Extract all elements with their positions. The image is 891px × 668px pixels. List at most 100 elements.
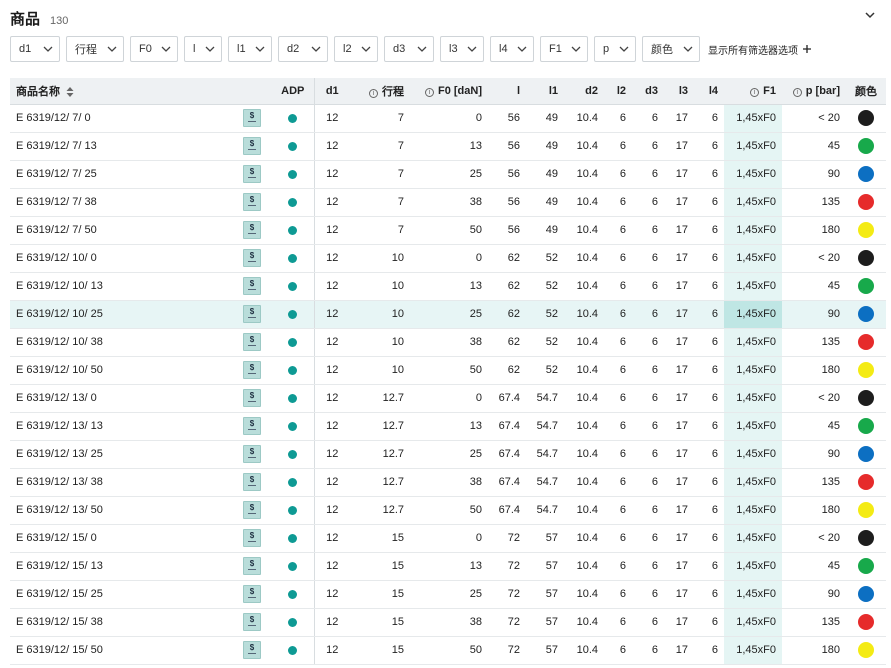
table-row[interactable]: E 6319/12/ 15/ 012150725710.4661761,45xF… <box>10 524 886 553</box>
product-thumbnail-icon[interactable] <box>243 109 261 127</box>
cell-name[interactable]: E 6319/12/ 15/ 0 <box>10 524 232 553</box>
table-row[interactable]: E 6319/12/ 10/ 13121013625210.4661761,45… <box>10 272 886 301</box>
product-thumbnail-icon[interactable] <box>243 445 261 463</box>
cell-l3: 17 <box>664 496 694 525</box>
table-row[interactable]: E 6319/12/ 15/ 50121550725710.4661761,45… <box>10 636 886 665</box>
cell-name[interactable]: E 6319/12/ 10/ 13 <box>10 272 232 301</box>
table-row[interactable]: E 6319/12/ 7/ 01270564910.4661761,45xF0<… <box>10 104 886 133</box>
cell-l1: 49 <box>526 160 564 189</box>
cell-name[interactable]: E 6319/12/ 13/ 0 <box>10 384 232 413</box>
column-header-color[interactable]: 颜色 <box>846 78 886 105</box>
filter-dropdown-0[interactable]: d1 <box>10 36 60 62</box>
filter-dropdown-8[interactable]: l3 <box>440 36 484 62</box>
filter-dropdown-9[interactable]: l4 <box>490 36 534 62</box>
table-row[interactable]: E 6319/12/ 13/ 251212.72567.454.710.4661… <box>10 440 886 469</box>
cell-name[interactable]: E 6319/12/ 15/ 50 <box>10 636 232 665</box>
cell-name[interactable]: E 6319/12/ 10/ 38 <box>10 328 232 357</box>
product-thumbnail-icon[interactable] <box>243 277 261 295</box>
product-thumbnail-icon[interactable] <box>243 557 261 575</box>
column-header-adp[interactable]: ADP <box>272 78 315 105</box>
sort-icon[interactable] <box>66 86 74 98</box>
info-icon[interactable]: i <box>425 87 434 97</box>
product-thumbnail-icon[interactable] <box>243 137 261 155</box>
cell-name[interactable]: E 6319/12/ 10/ 0 <box>10 244 232 273</box>
info-icon[interactable]: i <box>750 87 760 97</box>
cell-name[interactable]: E 6319/12/ 13/ 50 <box>10 496 232 525</box>
product-thumbnail-icon[interactable] <box>243 193 261 211</box>
product-thumbnail-icon[interactable] <box>243 249 261 267</box>
table-row[interactable]: E 6319/12/ 7/ 2512725564910.4661761,45xF… <box>10 160 886 189</box>
filter-dropdown-3[interactable]: l <box>184 36 222 62</box>
column-header-d1[interactable]: d1 <box>314 78 350 105</box>
product-thumbnail-icon[interactable] <box>243 305 261 323</box>
column-header-l1[interactable]: l1 <box>526 78 564 105</box>
column-header-name[interactable]: 商品名称 <box>10 78 232 105</box>
table-row[interactable]: E 6319/12/ 13/ 01212.7067.454.710.466176… <box>10 384 886 413</box>
product-thumbnail-icon[interactable] <box>243 389 261 407</box>
cell-name[interactable]: E 6319/12/ 13/ 38 <box>10 468 232 497</box>
product-thumbnail-icon[interactable] <box>243 585 261 603</box>
cell-name[interactable]: E 6319/12/ 15/ 38 <box>10 608 232 637</box>
column-header-l2[interactable]: l2 <box>604 78 632 105</box>
show-all-filters-button[interactable]: 显示所有筛选器选项 <box>708 42 812 57</box>
cell-name[interactable]: E 6319/12/ 7/ 0 <box>10 104 232 133</box>
filter-dropdown-6[interactable]: l2 <box>334 36 378 62</box>
table-row[interactable]: E 6319/12/ 7/ 5012750564910.4661761,45xF… <box>10 216 886 245</box>
product-thumbnail-icon[interactable] <box>243 641 261 659</box>
column-header-l3[interactable]: l3 <box>664 78 694 105</box>
table-row[interactable]: E 6319/12/ 13/ 131212.71367.454.710.4661… <box>10 412 886 441</box>
cell-name[interactable]: E 6319/12/ 10/ 50 <box>10 356 232 385</box>
table-row[interactable]: E 6319/12/ 10/ 012100625210.4661761,45xF… <box>10 244 886 273</box>
chevron-down-icon[interactable] <box>863 8 877 22</box>
column-header-d3[interactable]: d3 <box>632 78 664 105</box>
product-thumbnail-icon[interactable] <box>243 417 261 435</box>
cell-name[interactable]: E 6319/12/ 15/ 25 <box>10 580 232 609</box>
column-header-stroke[interactable]: i 行程 <box>350 78 410 105</box>
product-thumbnail-icon[interactable] <box>243 333 261 351</box>
product-thumbnail-icon[interactable] <box>243 361 261 379</box>
filter-dropdown-7[interactable]: d3 <box>384 36 434 62</box>
product-thumbnail-icon[interactable] <box>243 165 261 183</box>
info-icon[interactable]: i <box>369 88 378 98</box>
column-header-f0[interactable]: i F0 [daN] <box>410 78 488 105</box>
table-row[interactable]: E 6319/12/ 10/ 50121050625210.4661761,45… <box>10 356 886 385</box>
product-thumbnail-icon[interactable] <box>243 501 261 519</box>
cell-name[interactable]: E 6319/12/ 10/ 25 <box>10 300 232 329</box>
table-row[interactable]: E 6319/12/ 7/ 3812738564910.4661761,45xF… <box>10 188 886 217</box>
filter-dropdown-11[interactable]: p <box>594 36 636 62</box>
table-row[interactable]: E 6319/12/ 15/ 13121513725710.4661761,45… <box>10 552 886 581</box>
filter-dropdown-4[interactable]: l1 <box>228 36 272 62</box>
product-thumbnail-icon[interactable] <box>243 529 261 547</box>
filter-dropdown-1[interactable]: 行程 <box>66 36 124 62</box>
product-thumbnail-icon[interactable] <box>243 613 261 631</box>
cell-name[interactable]: E 6319/12/ 7/ 25 <box>10 160 232 189</box>
cell-name[interactable]: E 6319/12/ 13/ 13 <box>10 412 232 441</box>
filter-dropdown-5[interactable]: d2 <box>278 36 328 62</box>
column-header-d2[interactable]: d2 <box>564 78 604 105</box>
column-header-l4[interactable]: l4 <box>694 78 724 105</box>
filter-dropdown-2[interactable]: F0 <box>130 36 178 62</box>
column-header-l[interactable]: l <box>488 78 526 105</box>
cell-p: 135 <box>782 328 846 357</box>
table-row[interactable]: E 6319/12/ 15/ 38121538725710.4661761,45… <box>10 608 886 637</box>
table-row[interactable]: E 6319/12/ 7/ 1312713564910.4661761,45xF… <box>10 132 886 161</box>
cell-name[interactable]: E 6319/12/ 7/ 13 <box>10 132 232 161</box>
cell-name[interactable]: E 6319/12/ 7/ 50 <box>10 216 232 245</box>
table-row[interactable]: E 6319/12/ 10/ 38121038625210.4661761,45… <box>10 328 886 357</box>
cell-name[interactable]: E 6319/12/ 7/ 38 <box>10 188 232 217</box>
cell-name[interactable]: E 6319/12/ 13/ 25 <box>10 440 232 469</box>
table-row[interactable]: E 6319/12/ 13/ 381212.73867.454.710.4661… <box>10 468 886 497</box>
column-header-p[interactable]: ip [bar] <box>782 78 846 105</box>
filter-dropdown-12[interactable]: 颜色 <box>642 36 700 62</box>
product-thumbnail-icon[interactable] <box>243 221 261 239</box>
filter-dropdown-10[interactable]: F1 <box>540 36 588 62</box>
column-header-f1[interactable]: i F1 <box>724 78 782 105</box>
cell-name[interactable]: E 6319/12/ 15/ 13 <box>10 552 232 581</box>
product-thumbnail-icon[interactable] <box>243 473 261 491</box>
table-row[interactable]: E 6319/12/ 13/ 501212.75067.454.710.4661… <box>10 496 886 525</box>
table-row[interactable]: E 6319/12/ 10/ 25121025625210.4661761,45… <box>10 300 886 329</box>
cell-p: 180 <box>782 356 846 385</box>
thumbnail-cell <box>232 524 272 553</box>
info-icon[interactable]: i <box>792 87 802 97</box>
table-row[interactable]: E 6319/12/ 15/ 25121525725710.4661761,45… <box>10 580 886 609</box>
